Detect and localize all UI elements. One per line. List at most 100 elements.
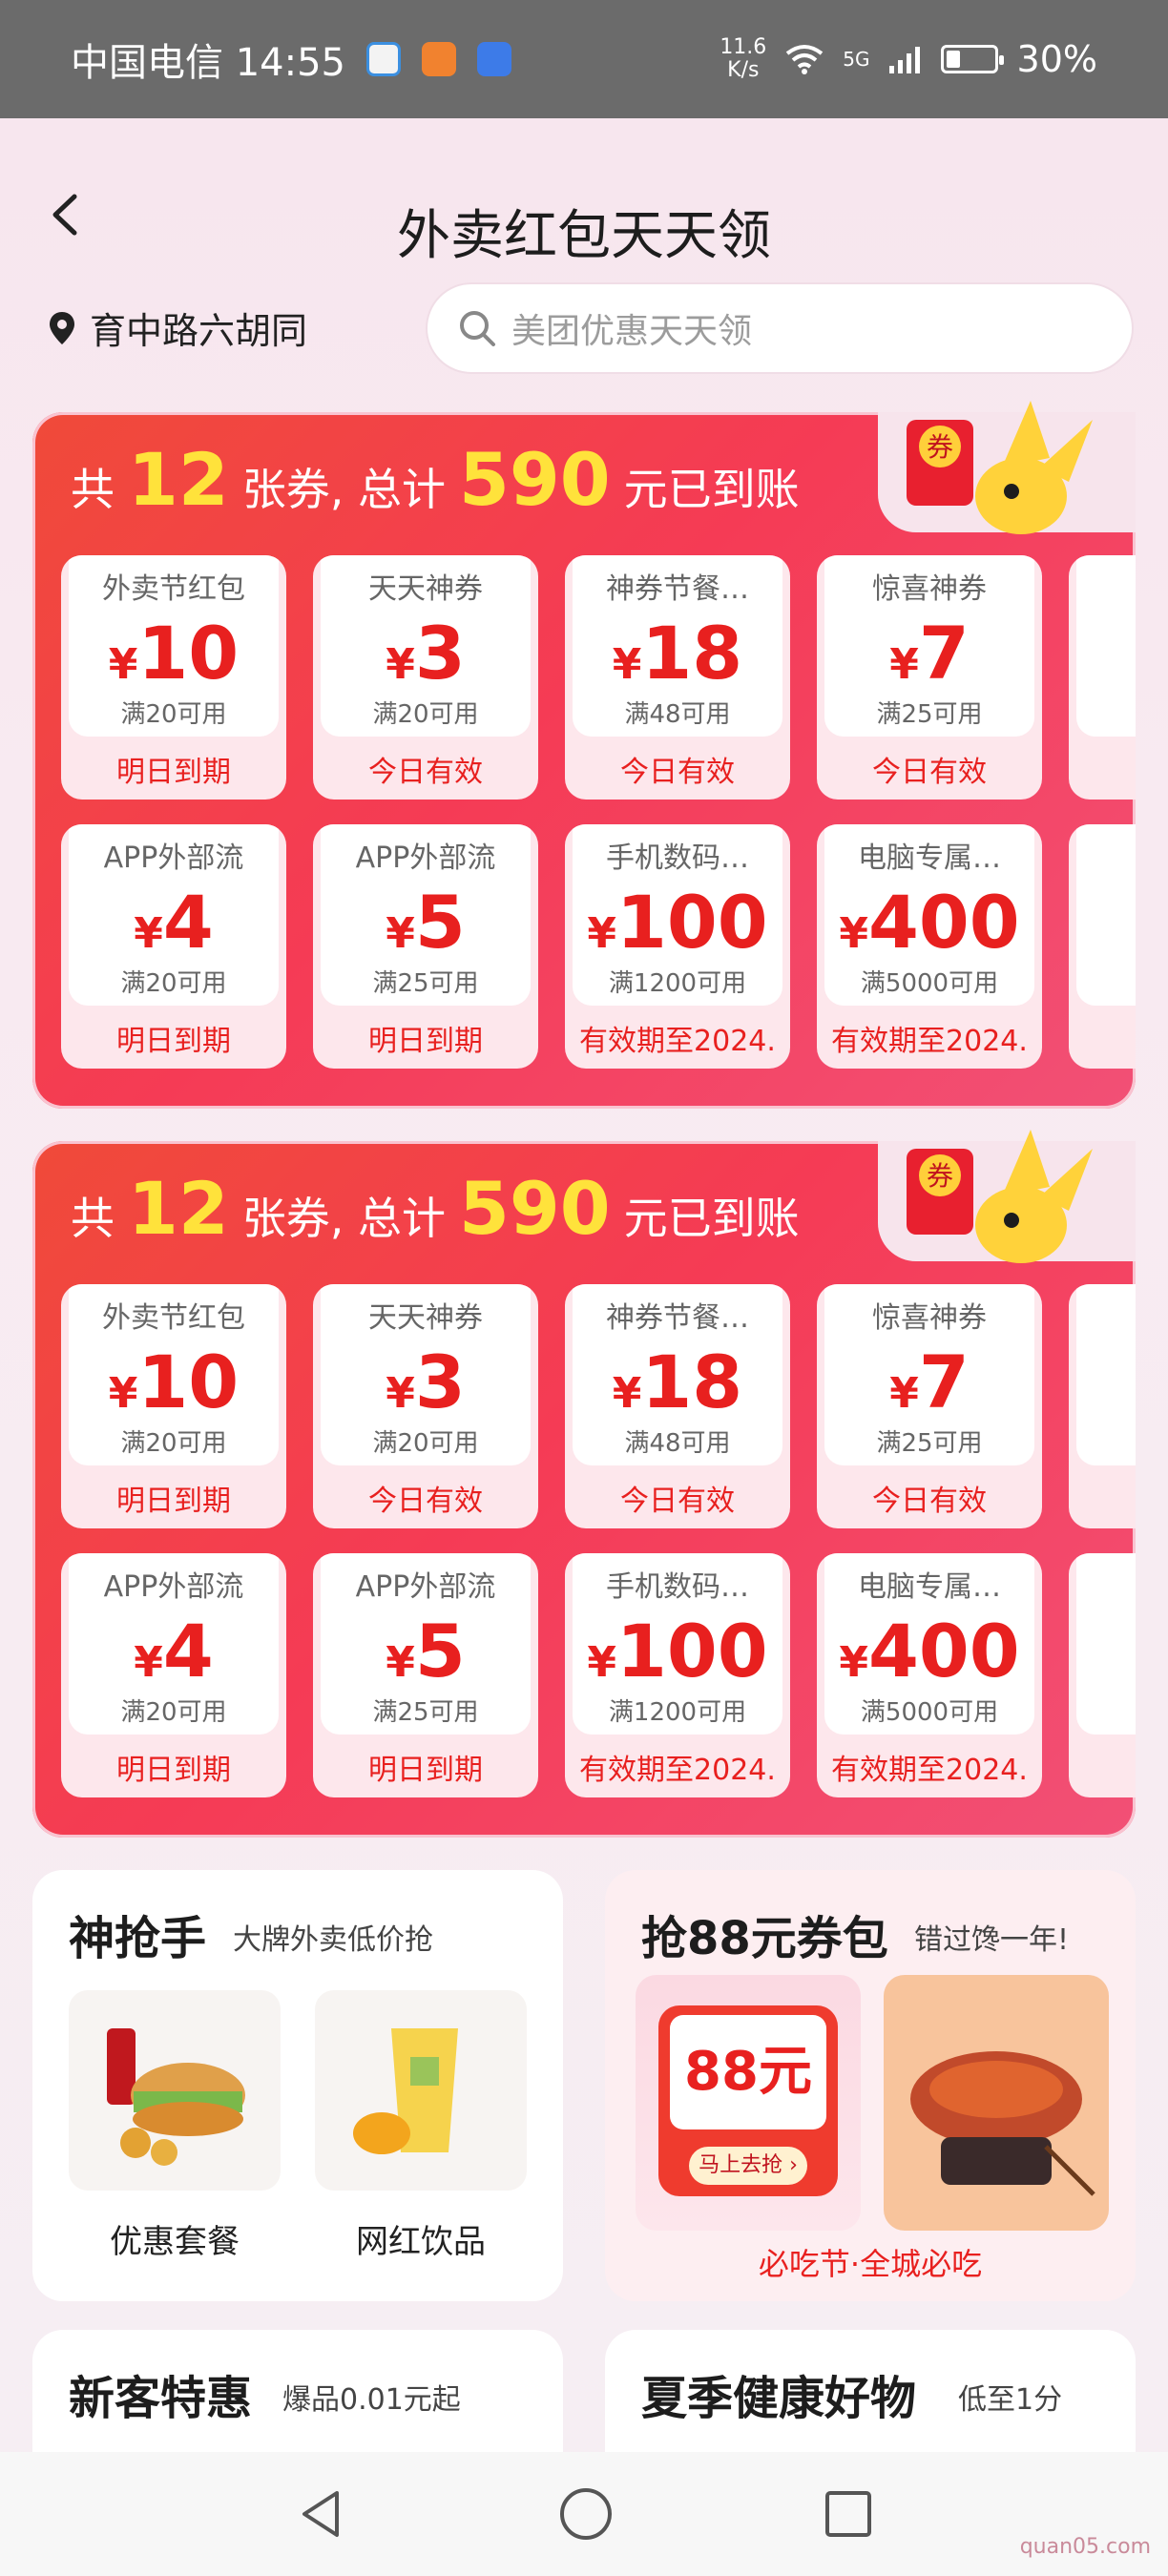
coupon-expiry: 今日有效 bbox=[872, 756, 987, 789]
card-title: 抢88元券包 bbox=[641, 1912, 888, 1965]
currency-symbol: ¥ bbox=[386, 1638, 415, 1687]
coupon-card[interactable]: A bbox=[1069, 1284, 1136, 1528]
coupon-summary-panel[interactable]: 共 12 张券, 总计 590 元已到账 券 外卖节红包 ¥10 满20可用 明… bbox=[32, 1130, 1136, 1838]
coupon-count: 12 bbox=[128, 1166, 229, 1251]
coupon-amount: ¥3 bbox=[313, 1340, 538, 1424]
coupon-expiry: 今日有效 bbox=[368, 756, 483, 789]
coupon-name: 外卖节红包 bbox=[102, 572, 245, 606]
coupon-card[interactable]: APP外部流 ¥5 满25可用 明日到期 bbox=[313, 824, 538, 1069]
coupon-card[interactable]: 电脑专属… ¥400 满5000可用 有效期至2024. bbox=[817, 1553, 1042, 1797]
drink-image[interactable] bbox=[315, 1990, 527, 2191]
heading-mid: 张券, 总计 bbox=[241, 1193, 447, 1244]
heading-prefix: 共 bbox=[71, 1193, 115, 1244]
currency-symbol: ¥ bbox=[889, 640, 919, 689]
coupon-value: 18 bbox=[641, 611, 743, 696]
currency-symbol: ¥ bbox=[134, 909, 163, 958]
coupon-value: 400 bbox=[867, 880, 1020, 965]
coupon-amount: ¥10 bbox=[61, 611, 286, 696]
card-subtitle: 大牌外卖低价抢 bbox=[233, 1923, 433, 1957]
coupon-amount: ¥7 bbox=[817, 611, 1042, 696]
coupon-condition: 满20可用 bbox=[120, 969, 227, 998]
coupon-condition: 满20可用 bbox=[120, 700, 227, 729]
currency-symbol: ¥ bbox=[612, 640, 642, 689]
coupon-amount: ¥18 bbox=[565, 611, 790, 696]
combo-image[interactable] bbox=[69, 1990, 281, 2191]
coupon-pack-card[interactable]: 抢88元券包 错过馋一年! 88元 马上去抢 › 必吃节·全城必吃 bbox=[605, 1870, 1136, 2301]
coupon-expiry: 今日有效 bbox=[368, 1485, 483, 1518]
currency-symbol: ¥ bbox=[587, 909, 616, 958]
nav-home-icon[interactable] bbox=[558, 2486, 614, 2542]
heading-suffix: 元已到账 bbox=[623, 1193, 800, 1244]
coupon-expiry: 有效期至2024. bbox=[579, 1754, 776, 1787]
coupon-amount: ¥4 bbox=[61, 880, 286, 965]
app-notification-icon bbox=[477, 42, 511, 76]
coupon-summary-panel[interactable]: 共 12 张券, 总计 590 元已到账 券 外卖节红包 ¥10 满20可用 明… bbox=[32, 401, 1136, 1109]
coupon-name: 惊喜神券 bbox=[872, 1301, 987, 1335]
location-label: 育中路六胡同 bbox=[90, 310, 308, 352]
search-placeholder: 美团优惠天天领 bbox=[511, 312, 753, 351]
coupon-value: 3 bbox=[414, 611, 466, 696]
coupon-condition: 满20可用 bbox=[372, 700, 479, 729]
coupon-card[interactable]: 天天神券 ¥3 满20可用 今日有效 bbox=[313, 555, 538, 800]
coupon-name: 手机数码… bbox=[606, 841, 749, 875]
coupon-value: 5 bbox=[414, 880, 466, 965]
search-input[interactable]: 美团优惠天天领 bbox=[426, 282, 1134, 374]
coupon-value: 100 bbox=[615, 880, 768, 965]
coupon-name: 外卖节红包 bbox=[102, 1301, 245, 1335]
coupon-value: 7 bbox=[918, 611, 970, 696]
coupon-condition: 满20可用 bbox=[120, 1429, 227, 1458]
card-title: 神抢手 bbox=[69, 1912, 207, 1965]
coupon-expiry: 明日到期 bbox=[116, 1485, 231, 1518]
coupon-card[interactable]: 美 订单 有效 bbox=[1069, 824, 1136, 1069]
coupon-card[interactable]: 惊喜神券 ¥7 满25可用 今日有效 bbox=[817, 1284, 1042, 1528]
currency-symbol: ¥ bbox=[386, 909, 415, 958]
coupon-name: 美 bbox=[1069, 834, 1136, 876]
location-pin-icon bbox=[50, 311, 74, 344]
coupon-amount: ¥10 bbox=[61, 1340, 286, 1424]
coupon-card[interactable]: 外卖节红包 ¥10 满20可用 明日到期 bbox=[61, 555, 286, 800]
panel-heading: 共 12 张券, 总计 590 元已到账 bbox=[71, 1166, 800, 1251]
wifi-icon bbox=[786, 45, 824, 74]
coupon-name: APP外部流 bbox=[103, 1570, 244, 1604]
grab-now-button[interactable]: 马上去抢 › bbox=[689, 2147, 807, 2185]
coupon-condition: 满1200可用 bbox=[608, 1698, 747, 1727]
coupon-name: APP外部流 bbox=[355, 1570, 496, 1604]
coupon-card[interactable]: APP外部流 ¥4 满20可用 明日到期 bbox=[61, 824, 286, 1069]
nav-back-icon[interactable] bbox=[295, 2487, 348, 2541]
coupon-pack-promo[interactable]: 88元 马上去抢 › bbox=[636, 1975, 861, 2231]
heading-mid: 张券, 总计 bbox=[241, 464, 447, 515]
coupon-card[interactable]: APP外部流 ¥5 满25可用 明日到期 bbox=[313, 1553, 538, 1797]
nav-recents-icon[interactable] bbox=[824, 2489, 873, 2539]
currency-symbol: ¥ bbox=[386, 1369, 415, 1418]
coupon-card[interactable]: A bbox=[1069, 555, 1136, 800]
coupon-amount: ¥100 bbox=[565, 880, 790, 965]
coupon-card[interactable]: APP外部流 ¥4 满20可用 明日到期 bbox=[61, 1553, 286, 1797]
coupon-card[interactable]: 手机数码… ¥100 满1200可用 有效期至2024. bbox=[565, 824, 790, 1069]
coupon-expiry: 有效期至2024. bbox=[579, 1025, 776, 1058]
coupon-value: 10 bbox=[137, 611, 240, 696]
coupon-value: 400 bbox=[867, 1609, 1020, 1693]
coupon-expiry: 明日到期 bbox=[368, 1754, 483, 1787]
coupon-condition: 满25可用 bbox=[876, 700, 983, 729]
card-title: 夏季健康好物 bbox=[641, 2372, 917, 2425]
coupon-card[interactable]: 手机数码… ¥100 满1200可用 有效期至2024. bbox=[565, 1553, 790, 1797]
crab-dish-image[interactable] bbox=[884, 1975, 1109, 2231]
coupon-card[interactable]: 美 订单 有效 bbox=[1069, 1553, 1136, 1797]
coupon-value: 4 bbox=[162, 1609, 214, 1693]
coupon-grid: 外卖节红包 ¥10 满20可用 明日到期 天天神券 ¥3 满20可用 今日有效 bbox=[61, 555, 1136, 1090]
flash-deal-card[interactable]: 神抢手 大牌外卖低价抢 优惠套餐 网红饮品 bbox=[32, 1870, 563, 2301]
coupon-card[interactable]: 外卖节红包 ¥10 满20可用 明日到期 bbox=[61, 1284, 286, 1528]
currency-symbol: ¥ bbox=[134, 1638, 163, 1687]
coupon-value: 10 bbox=[137, 1340, 240, 1424]
location-selector[interactable]: 育中路六胡同 bbox=[48, 301, 307, 354]
coupon-name: 天天神券 bbox=[368, 572, 483, 606]
coupon-card[interactable]: 天天神券 ¥3 满20可用 今日有效 bbox=[313, 1284, 538, 1528]
coupon-condition: 满1200可用 bbox=[608, 969, 747, 998]
coupon-card[interactable]: 神券节餐… ¥18 满48可用 今日有效 bbox=[565, 1284, 790, 1528]
coupon-card[interactable]: 惊喜神券 ¥7 满25可用 今日有效 bbox=[817, 555, 1042, 800]
coupon-amount: ¥100 bbox=[565, 1609, 790, 1693]
coupon-card[interactable]: 神券节餐… ¥18 满48可用 今日有效 bbox=[565, 555, 790, 800]
mascot-icon: 券 bbox=[907, 401, 1093, 534]
coupon-card[interactable]: 电脑专属… ¥400 满5000可用 有效期至2024. bbox=[817, 824, 1042, 1069]
currency-symbol: ¥ bbox=[889, 1369, 919, 1418]
